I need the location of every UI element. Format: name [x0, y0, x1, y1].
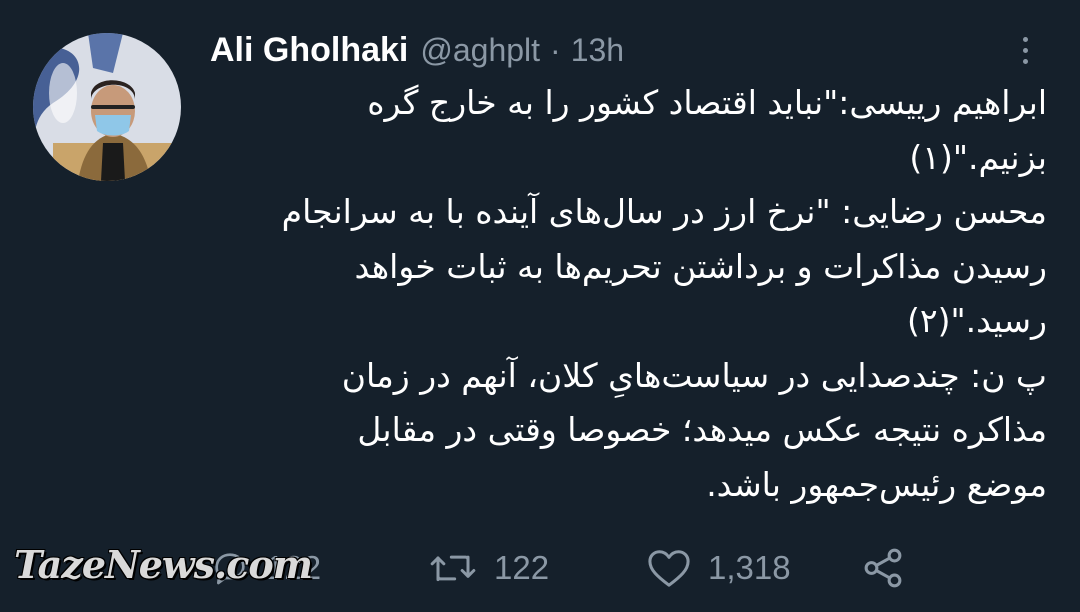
tweet-line: ابراهیم رییسی:"نباید اقتصاد کشور را به خ…: [367, 83, 1047, 122]
share-icon: [864, 548, 902, 588]
author-handle[interactable]: @aghplt: [420, 32, 540, 69]
heart-icon: [648, 550, 690, 587]
avatar[interactable]: [33, 33, 181, 181]
retweet-button[interactable]: 122: [428, 536, 549, 600]
tweet-line: بزنیم."(۱): [909, 137, 1047, 177]
like-count: 1,318: [708, 549, 791, 586]
avatar-photo: [33, 33, 181, 181]
more-vertical-icon[interactable]: [1005, 30, 1045, 70]
tweet-line: رسیدن مذاکرات و برداشتن تحریم‌ها به ثبات…: [354, 246, 1047, 286]
tweet-timestamp[interactable]: 13h: [571, 32, 624, 69]
tweet-text: ابراهیم رییسی:"نباید اقتصاد کشور را به خ…: [215, 76, 1047, 512]
tweet-line: موضع رئیس‌جمهور باشد.: [706, 464, 1047, 504]
tweet-line: پ ن: چندصدایی در سیاست‌هایِ کلان، آنهم د…: [341, 355, 1047, 395]
tweet-line: مذاکره نتیجه عکس میدهد؛ خصوصا وقتی در مق…: [357, 410, 1047, 449]
separator-dot: ·: [550, 31, 561, 68]
tweet-line: محسن رضایی: "نرخ ارز در سال‌های آینده با…: [281, 192, 1047, 231]
retweet-count: 122: [494, 549, 550, 586]
share-button[interactable]: [860, 536, 906, 600]
like-button[interactable]: 1,318: [646, 536, 791, 600]
watermark: TazeNews.com: [14, 542, 313, 587]
tweet-header: Ali Gholhaki @aghplt · 13h: [210, 26, 624, 74]
author-name[interactable]: Ali Gholhaki: [210, 31, 408, 70]
tweet-line: رسید."(۲): [906, 301, 1047, 340]
retweet-icon: [430, 555, 476, 582]
